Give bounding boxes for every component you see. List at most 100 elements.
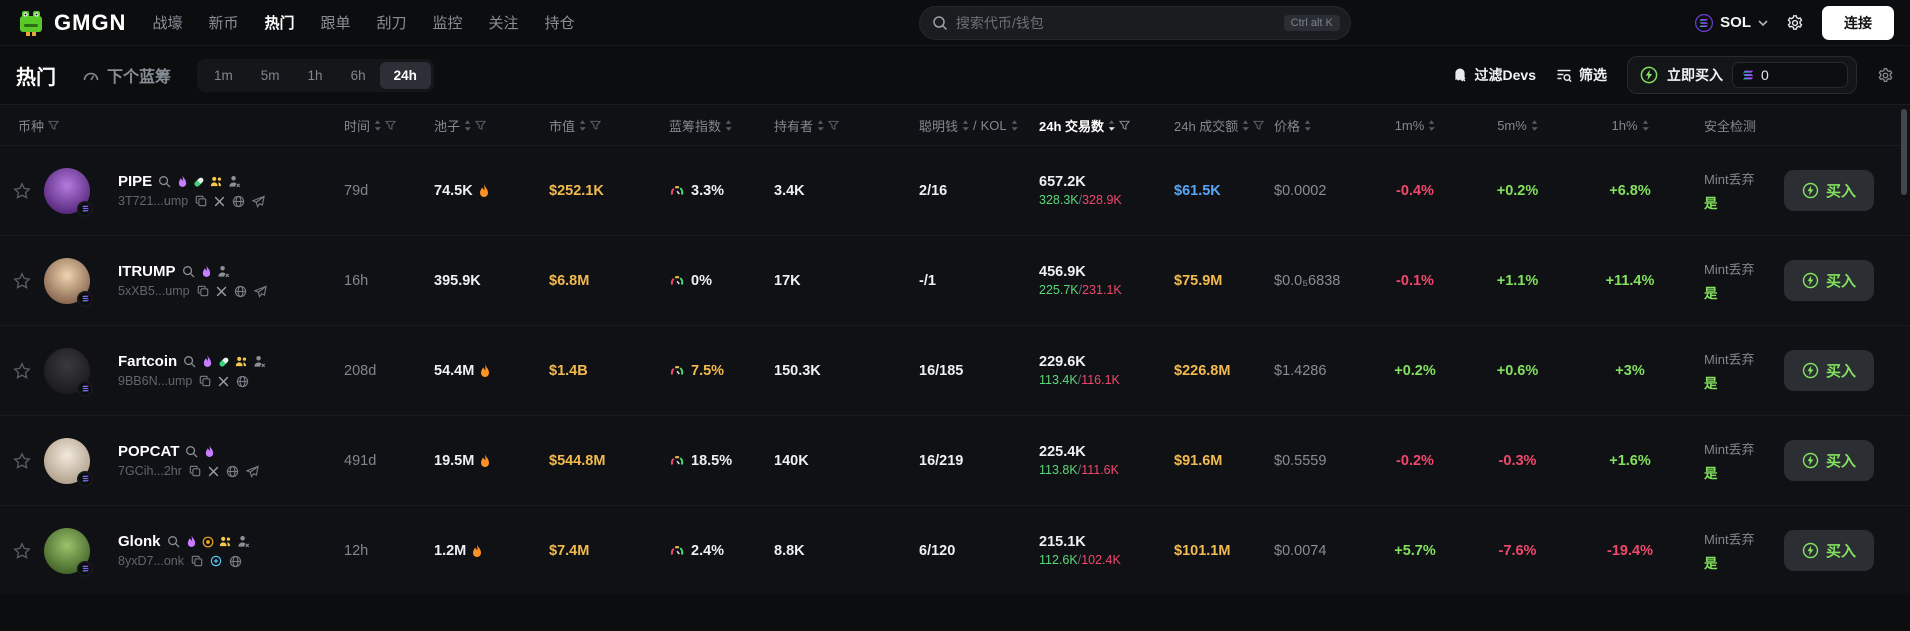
x-icon[interactable] [208,466,219,477]
instant-buy-label[interactable]: 立即买入 [1667,65,1723,85]
filter-button[interactable]: 筛选 [1556,65,1607,85]
search-icon[interactable] [158,175,171,188]
search-bar[interactable]: Ctrl alt K [918,5,1351,40]
nav-item-new[interactable]: 新币 [208,12,238,33]
table-row[interactable]: Glonk 8yxD7...onk 12h 1.2M $7.4M 2.4% 8.… [0,505,1910,595]
star-icon[interactable] [13,181,31,200]
star-icon[interactable] [13,271,31,290]
time-filter-1m[interactable]: 1m [200,62,247,89]
filter-funnel-icon[interactable] [828,120,840,131]
header-bluechip[interactable]: 蓝筹指数 [655,116,760,135]
copy-icon[interactable] [197,285,209,297]
time-filter-6h[interactable]: 6h [337,62,380,89]
chain-selector[interactable]: SOL [1695,13,1768,32]
token-name[interactable]: Fartcoin [118,353,177,370]
header-age[interactable]: 时间 [330,116,420,135]
header-1m[interactable]: 1m% [1365,118,1465,133]
sort-icon[interactable] [1242,119,1250,131]
sort-icon[interactable] [1531,119,1538,131]
table-row[interactable]: PIPE 3T721...ump 79d 74.5K $252.1K 3.3% … [0,145,1910,235]
copy-icon[interactable] [191,555,203,567]
gmgn-logo[interactable]: GMGN [16,8,126,38]
header-5m[interactable]: 5m% [1465,118,1570,133]
globe-icon[interactable] [229,555,242,568]
x-icon[interactable] [214,196,225,207]
header-mcap[interactable]: 市值 [535,116,655,135]
search-icon[interactable] [167,535,180,548]
sort-icon[interactable] [962,119,970,131]
table-row[interactable]: Fartcoin 9BB6N...ump 208d 54.4M $1.4B 7.… [0,325,1910,415]
link-icon[interactable] [210,555,222,567]
nav-item-holdings[interactable]: 持仓 [545,12,575,33]
sort-icon[interactable] [374,119,382,131]
globe-icon[interactable] [236,375,249,388]
table-row[interactable]: ITRUMP 5xXB5...ump 16h 395.9K $6.8M 0% 1… [0,235,1910,325]
star-icon[interactable] [13,361,31,380]
globe-icon[interactable] [234,285,247,298]
header-coin[interactable]: 币种 [0,116,330,135]
scrollbar[interactable] [1901,109,1907,195]
header-holders[interactable]: 持有者 [760,116,905,135]
sort-icon[interactable] [1011,119,1018,131]
time-filter-5m[interactable]: 5m [247,62,294,89]
copy-icon[interactable] [189,465,201,477]
table-row[interactable]: POPCAT 7GCih...2hr 491d 19.5M $544.8M 18… [0,415,1910,505]
filter-funnel-icon[interactable] [590,120,602,131]
header-price[interactable]: 价格 [1260,116,1365,135]
nav-item-sniper[interactable]: 刮刀 [377,12,407,33]
sort-icon[interactable] [1428,119,1436,131]
buy-button[interactable]: 买入 [1784,350,1875,391]
instant-buy-amount-box[interactable] [1732,62,1848,88]
filter-funnel-icon[interactable] [1119,120,1131,131]
token-avatar[interactable] [44,527,93,577]
filter-funnel-icon[interactable] [48,120,60,131]
nav-item-copytrade[interactable]: 跟单 [321,12,351,33]
filter-devs-button[interactable]: 过滤Devs [1452,65,1536,85]
token-name[interactable]: ITRUMP [118,263,176,280]
nav-item-trending[interactable]: 热门 [264,12,294,33]
settings-gear-icon[interactable] [1786,14,1804,32]
telegram-icon[interactable] [245,465,259,478]
header-smart-kol[interactable]: 聪明钱 / KOL [905,116,1025,135]
search-input[interactable] [955,14,1276,31]
filter-funnel-icon[interactable] [385,120,397,131]
token-name[interactable]: Glonk [118,533,161,550]
sort-icon[interactable] [817,119,825,131]
buy-button[interactable]: 买入 [1784,440,1875,481]
sort-icon[interactable] [464,119,472,131]
copy-icon[interactable] [199,375,211,387]
buy-button[interactable]: 买入 [1784,260,1875,301]
nav-item-monitor[interactable]: 监控 [433,12,463,33]
header-pool[interactable]: 池子 [420,116,535,135]
instant-buy-amount-input[interactable] [1761,67,1839,83]
buy-button[interactable]: 买入 [1784,530,1875,571]
search-icon[interactable] [183,355,196,368]
x-icon[interactable] [218,376,229,387]
x-icon[interactable] [216,286,227,297]
buy-button[interactable]: 买入 [1784,170,1875,211]
filter-funnel-icon[interactable] [475,120,487,131]
copy-icon[interactable] [195,195,207,207]
header-1h[interactable]: 1h% [1570,118,1690,133]
nav-item-follow[interactable]: 关注 [489,12,519,33]
token-avatar[interactable] [44,257,93,307]
token-avatar[interactable] [44,347,93,397]
sort-icon-active[interactable] [1108,119,1116,131]
search-icon[interactable] [185,445,198,458]
globe-icon[interactable] [226,465,239,478]
next-bluechip-tab[interactable]: 下个蓝筹 [82,63,171,87]
search-icon[interactable] [182,265,195,278]
token-avatar[interactable] [44,437,93,487]
token-avatar[interactable] [44,167,93,217]
star-icon[interactable] [13,451,31,470]
connect-wallet-button[interactable]: 连接 [1822,5,1894,40]
time-filter-24h[interactable]: 24h [379,61,431,89]
sort-icon[interactable] [725,119,733,131]
nav-item-trenches[interactable]: 战壕 [152,12,182,33]
header-24h-volume[interactable]: 24h 成交额 [1160,116,1265,135]
token-name[interactable]: POPCAT [118,443,179,460]
globe-icon[interactable] [232,195,245,208]
list-settings-gear-icon[interactable] [1877,67,1894,84]
sort-icon[interactable] [1304,119,1312,131]
header-24h-tx[interactable]: 24h 交易数 [1025,116,1160,135]
